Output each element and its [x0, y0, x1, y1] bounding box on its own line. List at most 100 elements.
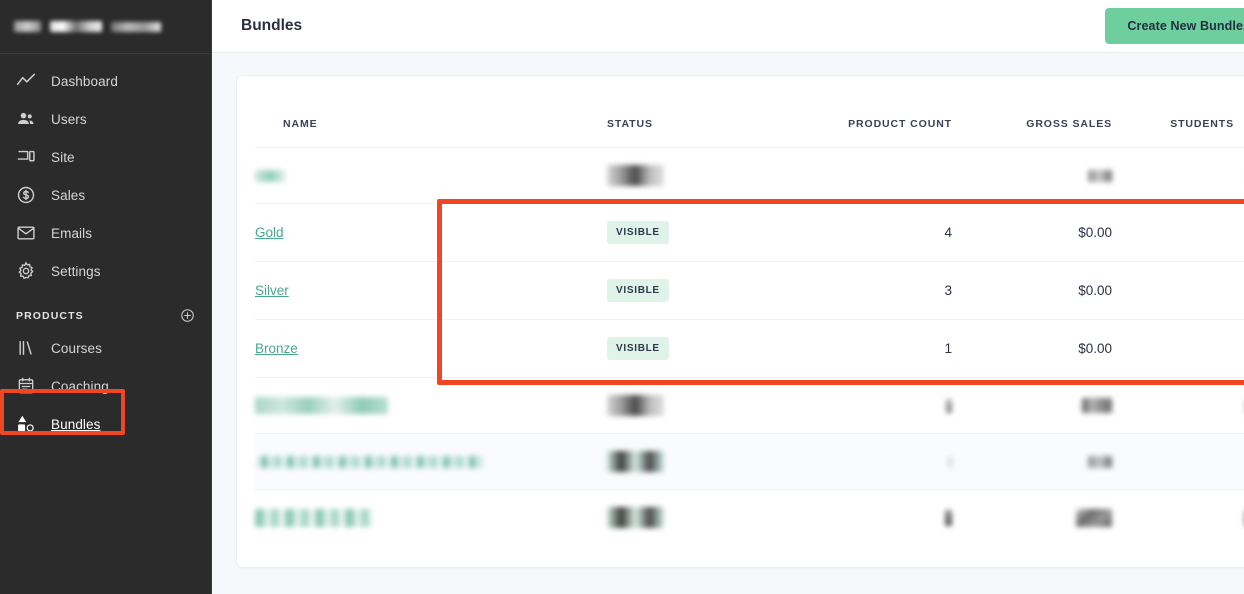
sidebar-item-courses[interactable]: Courses — [0, 329, 211, 367]
redacted-text-block — [255, 508, 373, 527]
cell-name[interactable]: Silver — [255, 261, 607, 320]
cell-name[interactable] — [255, 433, 607, 490]
table-row[interactable]: Gold VISIBLE 4 $0.00 0 — [255, 203, 1244, 262]
column-header-name[interactable]: NAME — [255, 76, 607, 148]
cell-students — [1112, 377, 1244, 434]
bundles-table: NAME STATUS PRODUCT COUNT GROSS SALES ST… — [255, 76, 1244, 545]
redacted-value — [1088, 456, 1112, 469]
plus-circle-icon[interactable] — [180, 308, 195, 323]
table-head: NAME STATUS PRODUCT COUNT GROSS SALES ST… — [255, 76, 1244, 148]
cell-gross-sales — [952, 433, 1112, 490]
calendar-icon — [15, 375, 37, 397]
table-body: Gold VISIBLE 4 $0.00 0 Silver VISIBLE 3 … — [255, 147, 1244, 546]
column-header-students[interactable]: STUDENTS — [1112, 76, 1244, 148]
sidebar: Dashboard Users Site Sales Emails Settin… — [0, 0, 212, 594]
users-icon — [15, 108, 37, 130]
top-bar: Bundles Create New Bundle — [212, 0, 1244, 53]
sidebar-item-site[interactable]: Site — [0, 138, 211, 176]
redacted-value — [945, 509, 952, 526]
brand-redacted-block — [111, 21, 161, 32]
devices-icon — [15, 146, 37, 168]
table-row[interactable]: Silver VISIBLE 3 $0.00 0 — [255, 261, 1244, 320]
column-header-status[interactable]: STATUS — [607, 76, 777, 148]
sidebar-item-label: Settings — [51, 263, 101, 279]
sidebar-item-users[interactable]: Users — [0, 100, 211, 138]
cell-name[interactable]: Gold — [255, 203, 607, 262]
redacted-value — [946, 399, 952, 414]
cell-status: VISIBLE — [607, 203, 777, 262]
cell-name[interactable] — [255, 490, 607, 546]
cell-name[interactable] — [255, 147, 607, 204]
redacted-badge — [607, 165, 664, 186]
sidebar-item-label: Coaching — [51, 378, 109, 394]
table-row[interactable]: Bronze VISIBLE 1 $0.00 0 — [255, 319, 1244, 378]
sidebar-item-label: Emails — [51, 225, 93, 241]
bundle-link-gold[interactable]: Gold — [255, 225, 284, 240]
bundle-link-bronze[interactable]: Bronze — [255, 341, 298, 356]
main-content: Bundles Create New Bundle NAME STATUS PR… — [212, 0, 1244, 594]
column-header-product-count[interactable]: PRODUCT COUNT — [777, 76, 952, 148]
sidebar-nav: Dashboard Users Site Sales Emails Settin… — [0, 54, 211, 443]
table-row[interactable] — [255, 377, 1244, 434]
redacted-text-block — [255, 170, 285, 183]
sidebar-item-label: Bundles — [51, 416, 101, 432]
cell-product-count: 1 — [777, 319, 952, 378]
cell-students — [1112, 147, 1244, 204]
sidebar-item-label: Dashboard — [51, 73, 118, 89]
cell-product-count — [777, 433, 952, 490]
redacted-badge — [607, 507, 664, 528]
brand-logo-redacted[interactable] — [0, 0, 211, 54]
table-row[interactable] — [255, 490, 1244, 546]
sidebar-item-coaching[interactable]: Coaching — [0, 367, 211, 405]
sidebar-item-label: Users — [51, 111, 87, 127]
cell-status — [607, 147, 777, 204]
cell-students: 0 — [1112, 261, 1244, 320]
sidebar-item-sales[interactable]: Sales — [0, 176, 211, 214]
cell-product-count: 3 — [777, 261, 952, 320]
redacted-value — [1076, 508, 1112, 527]
cell-status: VISIBLE — [607, 261, 777, 320]
sidebar-item-dashboard[interactable]: Dashboard — [0, 62, 211, 100]
cell-gross-sales: $0.00 — [952, 319, 1112, 378]
cell-students — [1112, 433, 1244, 490]
sidebar-item-emails[interactable]: Emails — [0, 214, 211, 252]
redacted-text-block — [255, 456, 483, 469]
sidebar-item-bundles[interactable]: Bundles — [0, 405, 211, 443]
cell-product-count — [777, 147, 952, 204]
redacted-value — [1088, 170, 1112, 183]
cell-gross-sales — [952, 147, 1112, 204]
column-header-gross-sales[interactable]: GROSS SALES — [952, 76, 1112, 148]
sidebar-section-products: PRODUCTS — [0, 296, 211, 329]
status-badge: VISIBLE — [607, 337, 669, 360]
table-row[interactable] — [255, 433, 1244, 490]
cell-gross-sales — [952, 377, 1112, 434]
cell-students: 0 — [1112, 319, 1244, 378]
cell-gross-sales: $0.00 — [952, 261, 1112, 320]
cell-students: 0 — [1112, 203, 1244, 262]
cell-name[interactable]: Bronze — [255, 319, 607, 378]
cell-status — [607, 433, 777, 490]
cell-product-count — [777, 490, 952, 546]
table-header-row: NAME STATUS PRODUCT COUNT GROSS SALES ST… — [255, 76, 1244, 148]
brand-redacted-block — [50, 21, 102, 32]
create-new-bundle-button[interactable]: Create New Bundle — [1105, 8, 1244, 44]
cell-gross-sales: $0.00 — [952, 203, 1112, 262]
sidebar-item-label: Sales — [51, 187, 86, 203]
envelope-icon — [15, 222, 37, 244]
cell-status: VISIBLE — [607, 319, 777, 378]
dollar-circle-icon — [15, 184, 37, 206]
bundle-link-silver[interactable]: Silver — [255, 283, 289, 298]
cell-product-count — [777, 377, 952, 434]
page-title: Bundles — [241, 17, 303, 34]
brand-redacted-block — [14, 21, 41, 32]
bundles-card: NAME STATUS PRODUCT COUNT GROSS SALES ST… — [236, 75, 1244, 568]
cell-status — [607, 377, 777, 434]
cell-name[interactable] — [255, 377, 607, 434]
status-badge: VISIBLE — [607, 221, 669, 244]
redacted-value — [1082, 398, 1112, 414]
table-row[interactable] — [255, 147, 1244, 204]
cell-students — [1112, 490, 1244, 546]
sidebar-item-settings[interactable]: Settings — [0, 252, 211, 290]
sidebar-section-label: PRODUCTS — [16, 309, 84, 322]
gear-icon — [15, 260, 37, 282]
